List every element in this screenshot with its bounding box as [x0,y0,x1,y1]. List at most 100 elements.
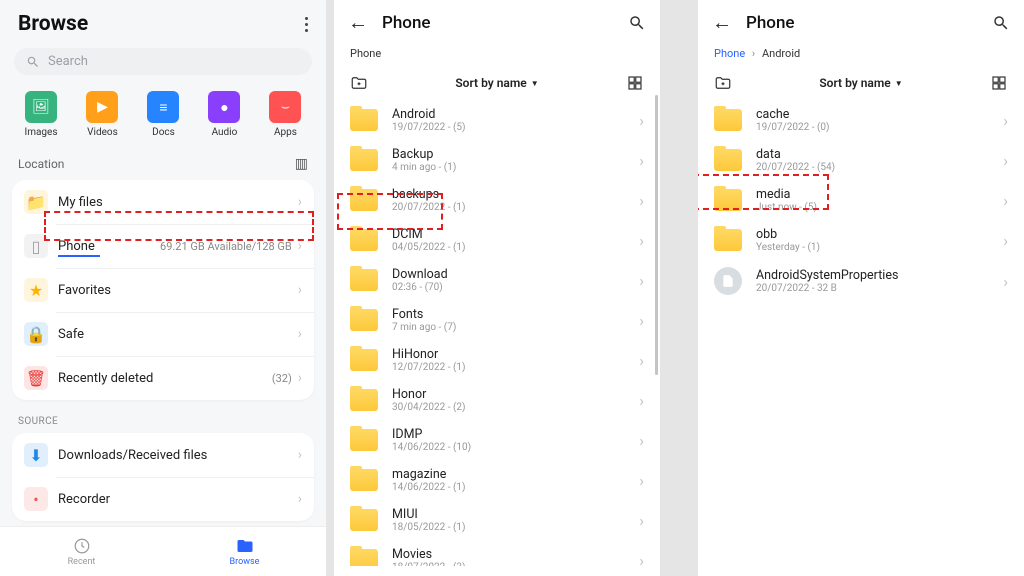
folder-icon [350,149,378,171]
folder-meta: 4 min ago - (1) [392,162,639,173]
folder-icon [350,269,378,291]
list-item[interactable]: • Recorder › [12,477,314,521]
folder-name: cache [756,107,1003,122]
search-input[interactable]: Search [14,48,312,75]
nav-browse-label: Browse [230,557,260,567]
sort-button[interactable]: Sort by name ▼ [819,76,902,90]
folder-meta: Just now - (5) [756,202,1003,213]
folder-icon [350,429,378,451]
file-name: AndroidSystemProperties [756,268,1003,283]
chevron-right-icon: › [298,282,302,298]
folder-name: Movies [392,547,639,562]
list-item[interactable]: 📁 My files › [12,180,314,224]
back-icon[interactable]: ← [712,10,732,35]
chevron-right-icon: › [298,326,302,342]
breadcrumb-phone[interactable]: Phone [714,47,745,60]
folder-row[interactable]: Fonts7 min ago - (7) [334,300,660,340]
category-docs[interactable]: ≡Docs [147,91,179,138]
folder-icon [714,189,742,211]
grid-view-icon[interactable] [626,74,644,92]
folder-row[interactable]: cache19/07/2022 - (0) [698,100,1024,140]
category-images[interactable]: 🖼Images [24,91,57,138]
row-icon: • [24,487,48,511]
row-sub: 69.21 GB Available/128 GB [160,240,292,253]
folder-row[interactable]: DCIM04/05/2022 - (1) [334,220,660,260]
category-apps[interactable]: ⌣Apps [269,91,301,138]
row-icon: ▯ [24,234,48,258]
folder-icon [350,549,378,566]
folder-name: media [756,187,1003,202]
folder-meta: Yesterday - (1) [756,242,1003,253]
folder-row[interactable]: IDMP14/06/2022 - (10) [334,420,660,460]
folder-meta: 20/07/2022 - (1) [392,202,639,213]
folder-row[interactable]: Android19/07/2022 - (5) [334,100,660,140]
folder-icon [350,309,378,331]
back-icon[interactable]: ← [348,10,368,35]
search-placeholder: Search [48,54,88,69]
folder-meta: 19/07/2022 - (5) [392,122,639,133]
page-title: Browse [18,12,88,36]
storage-icon[interactable]: ▥ [295,156,308,172]
breadcrumb[interactable]: Phone [334,45,660,68]
sort-button[interactable]: Sort by name ▼ [455,76,538,90]
page-title: Phone [746,13,978,33]
folder-name: magazine [392,467,639,482]
grid-view-icon[interactable] [990,74,1008,92]
row-icon: 🔒 [24,322,48,346]
scrollbar[interactable] [655,95,658,375]
sort-label: Sort by name [455,76,526,90]
chevron-down-icon: ▼ [895,79,903,88]
category-label: Videos [87,127,118,138]
file-row[interactable]: AndroidSystemProperties20/07/2022 - 32 B [698,260,1024,302]
category-audio[interactable]: ●Audio [208,91,240,138]
row-label: My files [58,195,298,210]
category-videos[interactable]: ▶Videos [86,91,118,138]
row-label: Downloads/Received files [58,448,298,463]
file-meta: 20/07/2022 - 32 B [756,283,1003,294]
new-folder-icon[interactable] [350,74,368,92]
search-icon[interactable] [628,14,646,32]
nav-recent-label: Recent [68,557,96,567]
folder-meta: 30/04/2022 - (2) [392,402,639,413]
nav-browse[interactable]: Browse [163,527,326,576]
sort-label: Sort by name [819,76,890,90]
folder-icon [714,149,742,171]
folder-row[interactable]: MIUI18/05/2022 - (1) [334,500,660,540]
folder-icon [350,469,378,491]
category-label: Audio [212,127,238,138]
location-label: Location [18,157,64,171]
list-item[interactable]: ▯ Phone 69.21 GB Available/128 GB › [12,224,314,268]
more-icon[interactable] [305,17,308,32]
folder-row[interactable]: obbYesterday - (1) [698,220,1024,260]
folder-icon [350,189,378,211]
list-item[interactable]: 🔒 Safe › [12,312,314,356]
folder-name: Download [392,267,639,282]
new-folder-icon[interactable] [714,74,732,92]
chevron-down-icon: ▼ [531,79,539,88]
folder-name: backups [392,187,639,202]
chevron-right-icon: › [298,238,302,254]
search-icon [26,55,40,69]
breadcrumb[interactable]: Phone › Android [698,45,1024,68]
image-icon: 🖼 [25,91,57,123]
search-icon[interactable] [992,14,1010,32]
folder-name: Android [392,107,639,122]
folder-row[interactable]: mediaJust now - (5) [698,180,1024,220]
folder-row[interactable]: Movies18/07/2022 - (3) [334,540,660,566]
clock-icon [73,537,91,555]
nav-recent[interactable]: Recent [0,527,163,576]
folder-row[interactable]: magazine14/06/2022 - (1) [334,460,660,500]
folder-row[interactable]: HiHonor12/07/2022 - (1) [334,340,660,380]
chevron-right-icon: › [298,194,302,210]
list-item[interactable]: 🗑 Recently deleted (32) › [12,356,314,400]
folder-row[interactable]: Backup4 min ago - (1) [334,140,660,180]
folder-row[interactable]: Download02:36 - (70) [334,260,660,300]
folder-meta: 19/07/2022 - (0) [756,122,1003,133]
row-label: Safe [58,327,298,342]
list-item[interactable]: ⬇ Downloads/Received files › [12,433,314,477]
folder-row[interactable]: backups20/07/2022 - (1) [334,180,660,220]
folder-row[interactable]: data20/07/2022 - (54) [698,140,1024,180]
folder-row[interactable]: Honor30/04/2022 - (2) [334,380,660,420]
category-label: Docs [152,127,175,138]
list-item[interactable]: ★ Favorites › [12,268,314,312]
